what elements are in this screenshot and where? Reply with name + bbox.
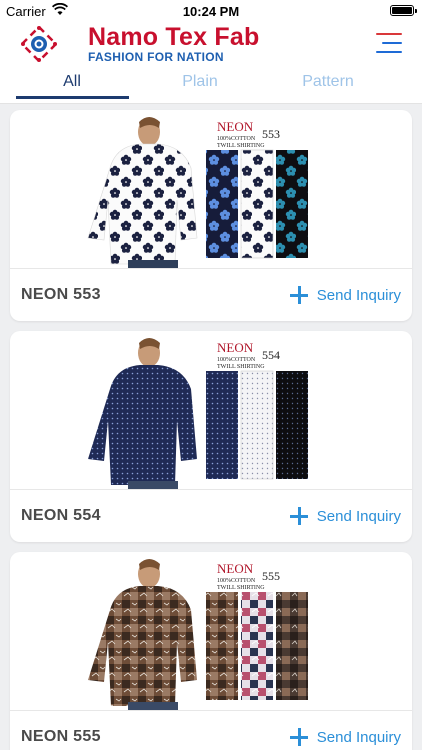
brand-tagline: FASHION FOR NATION	[88, 50, 224, 64]
card-divider	[10, 268, 412, 269]
active-tab-indicator	[16, 96, 129, 99]
image-fabric-label: 100%COTTON	[217, 578, 256, 584]
product-name: NEON 553	[21, 286, 101, 303]
send-inquiry-button[interactable]: Send Inquiry	[289, 725, 401, 749]
image-weave-label: TWILL SHIRTING	[217, 364, 265, 370]
product-image[interactable]: NEON 555 100%COTTON TWILL SHIRTING	[10, 552, 412, 710]
tab-pattern[interactable]: Pattern	[264, 70, 392, 104]
send-inquiry-button[interactable]: Send Inquiry	[289, 504, 401, 528]
image-code-label: 555	[262, 569, 280, 583]
image-weave-label: TWILL SHIRTING	[217, 143, 265, 149]
brand-name: Namo Tex Fab	[88, 23, 260, 51]
brand-logo[interactable]	[20, 25, 58, 63]
plus-icon	[289, 286, 308, 304]
product-name: NEON 555	[21, 728, 101, 745]
image-brand-label: NEON	[217, 561, 254, 576]
image-code-label: 553	[262, 127, 280, 141]
image-code-label: 554	[262, 348, 280, 362]
image-fabric-label: 100%COTTON	[217, 357, 256, 363]
plus-icon	[289, 728, 308, 746]
send-inquiry-label: Send Inquiry	[316, 286, 401, 304]
plus-icon	[289, 507, 308, 525]
send-inquiry-button[interactable]: Send Inquiry	[289, 283, 401, 307]
battery-icon	[390, 5, 417, 16]
send-inquiry-label: Send Inquiry	[316, 507, 401, 525]
image-brand-label: NEON	[217, 340, 254, 355]
product-image[interactable]: NEON 553 100%COTTON TWILL SHIRTING	[10, 110, 412, 268]
image-weave-label: TWILL SHIRTING	[217, 585, 265, 591]
product-image[interactable]: NEON 554 100%COTTON TWILL SHIRTING	[10, 331, 412, 489]
app-header: Namo Tex Fab FASHION FOR NATION	[0, 22, 422, 70]
product-card[interactable]: NEON 553 100%COTTON TWILL SHIRTING NEON …	[10, 110, 412, 321]
product-card[interactable]: NEON 555 100%COTTON TWILL SHIRTING NEON …	[10, 552, 412, 750]
tab-plain[interactable]: Plain	[136, 70, 264, 104]
hamburger-menu-icon[interactable]	[376, 32, 402, 54]
product-name: NEON 554	[21, 507, 101, 524]
send-inquiry-label: Send Inquiry	[316, 728, 401, 746]
status-bar: Carrier 10:24 PM	[0, 0, 422, 22]
image-fabric-label: 100%COTTON	[217, 136, 256, 142]
status-time: 10:24 PM	[182, 4, 240, 19]
image-brand-label: NEON	[217, 119, 254, 134]
card-divider	[10, 710, 412, 711]
product-card[interactable]: NEON 554 100%COTTON TWILL SHIRTING NEON …	[10, 331, 412, 542]
card-divider	[10, 489, 412, 490]
